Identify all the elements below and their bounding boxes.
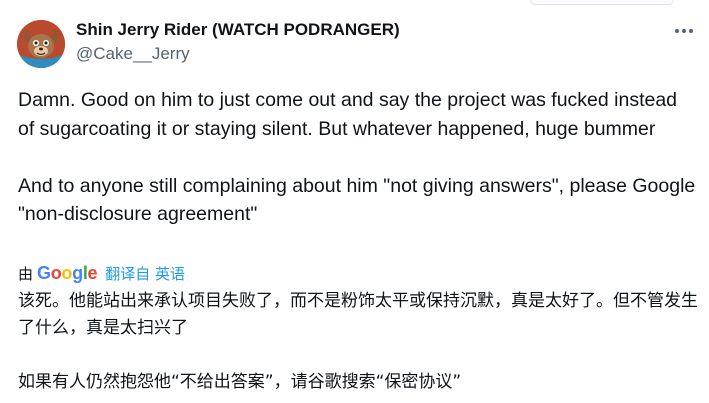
cartoon-character-avatar-icon: [17, 20, 65, 68]
author-handle[interactable]: @Cake__Jerry: [76, 44, 190, 64]
google-logo-letter: G: [37, 263, 51, 283]
translated-tweet-text: 该死。他能站出来承认项目失败了，而不是粉饰太平或保持沉默，真是太好了。但不管发生…: [18, 291, 698, 392]
google-logo-letter: e: [87, 263, 98, 283]
google-logo-letter: o: [50, 263, 62, 283]
translated-from-english-link[interactable]: 翻译自 英语: [105, 263, 185, 284]
more-horizontal-icon: [675, 29, 693, 33]
google-logo-letter: o: [61, 263, 73, 283]
translated-by-label: 由: [18, 264, 34, 283]
tweet-text: Damn. Good on him to just come out and s…: [18, 89, 696, 225]
google-logo: Google: [37, 263, 98, 283]
adjacent-card-edge: [530, 0, 674, 5]
more-options-button[interactable]: [671, 20, 697, 42]
avatar[interactable]: [17, 20, 65, 68]
author-display-name[interactable]: Shin Jerry Rider (WATCH PODRANGER): [76, 20, 400, 40]
google-logo-letter: g: [72, 263, 83, 283]
translation-attribution: 由 Google 翻译自 英语: [18, 263, 185, 283]
